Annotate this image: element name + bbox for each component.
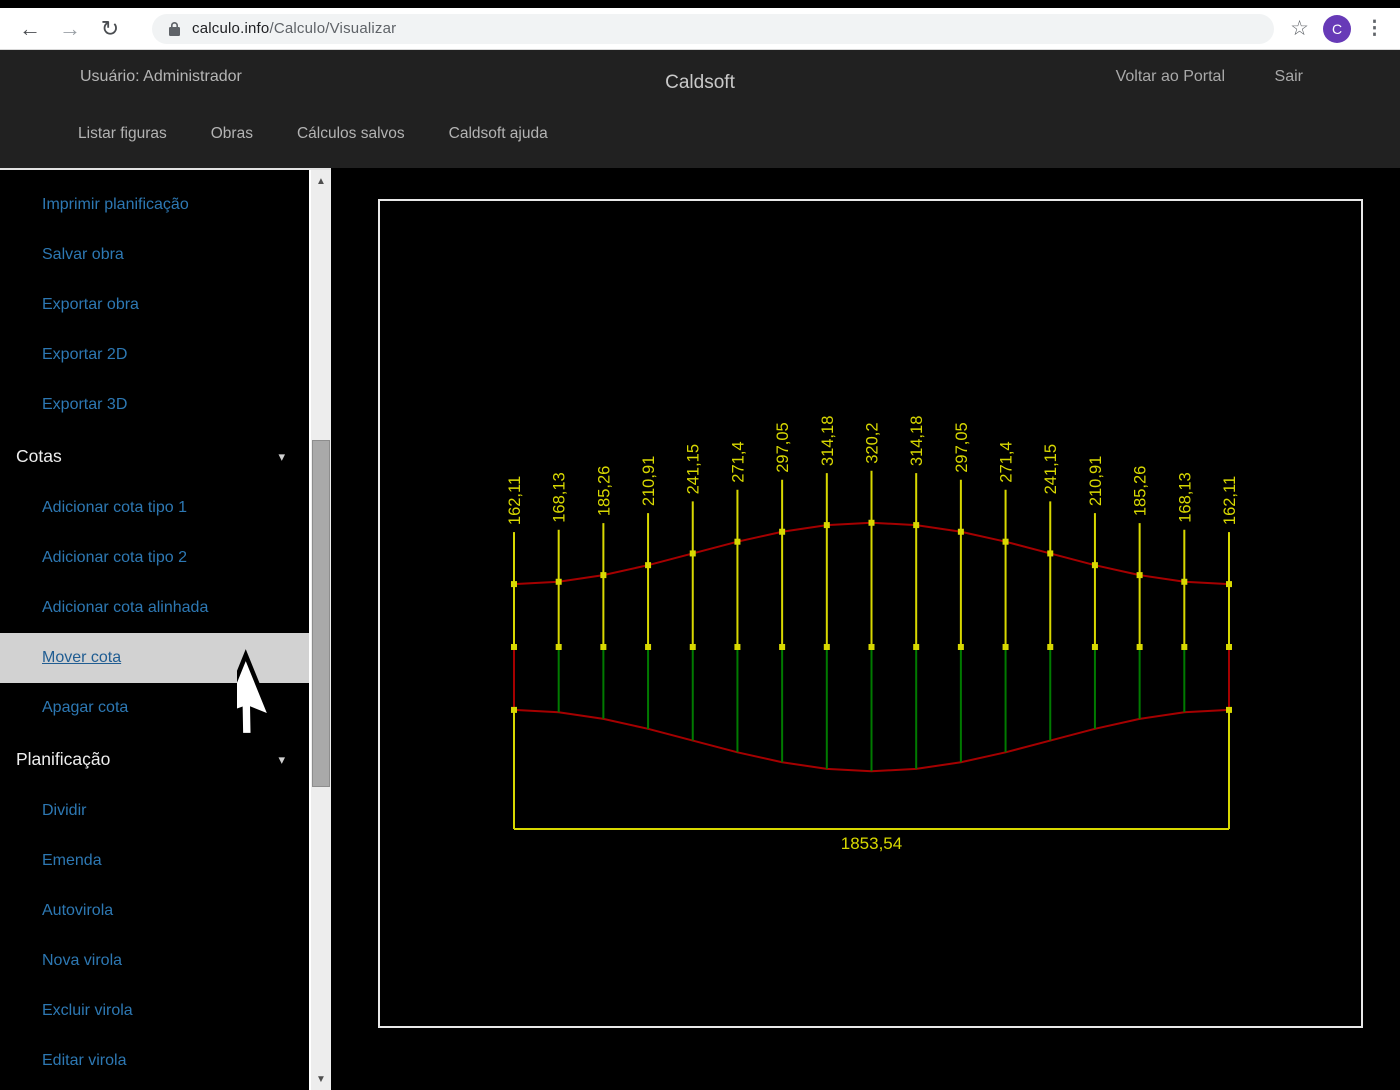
- sidebar-menu: Imprimir planificaçãoSalvar obraExportar…: [0, 170, 309, 1090]
- svg-text:314,18: 314,18: [908, 416, 926, 466]
- sidebar-item-exportar-3d[interactable]: Exportar 3D: [0, 380, 309, 430]
- sidebar-item-adicionar-cota-alinhada[interactable]: Adicionar cota alinhada: [0, 583, 309, 633]
- scrollbar-thumb[interactable]: [312, 440, 330, 787]
- url-host: calculo.info: [192, 20, 269, 37]
- svg-text:320,2: 320,2: [864, 422, 882, 463]
- svg-text:162,11: 162,11: [1221, 476, 1239, 525]
- svg-text:168,13: 168,13: [1176, 472, 1194, 522]
- sidebar-section-label: Cotas: [16, 446, 62, 467]
- sidebar-item-nova-virola[interactable]: Nova virola: [0, 936, 309, 986]
- sidebar-scrollbar[interactable]: ▲ ▼: [309, 170, 331, 1090]
- bookmark-star-icon[interactable]: ☆: [1290, 16, 1309, 41]
- forward-button[interactable]: →: [50, 12, 90, 46]
- tab-strip: [0, 0, 1400, 8]
- drawing-canvas-area: 162,11 168,13 185,26 210,91 241,15 271,4 297,0…: [331, 168, 1400, 1090]
- lock-icon: [168, 21, 181, 37]
- chevron-down-icon: ▾: [278, 449, 285, 465]
- scroll-down-arrow[interactable]: ▼: [311, 1068, 331, 1090]
- dimension-drawing[interactable]: 162,11 168,13 185,26 210,91 241,15 271,4 297,0…: [380, 201, 1361, 1026]
- sidebar-item-editar-virola[interactable]: Editar virola: [0, 1036, 309, 1086]
- browser-menu-icon[interactable]: ⋮: [1365, 17, 1384, 40]
- sidebar-item-exportar-obra[interactable]: Exportar obra: [0, 280, 309, 330]
- svg-text:1853,54: 1853,54: [841, 834, 902, 853]
- sidebar-item-apagar-cota[interactable]: Apagar cota: [0, 683, 309, 733]
- nav-item-1[interactable]: Obras: [211, 125, 253, 143]
- back-button[interactable]: ←: [10, 12, 50, 46]
- url-bar[interactable]: calculo.info/Calculo/Visualizar: [152, 14, 1274, 44]
- svg-text:271,4: 271,4: [729, 441, 747, 482]
- svg-text:210,91: 210,91: [1087, 456, 1105, 506]
- nav-item-0[interactable]: Listar figuras: [78, 125, 167, 143]
- sidebar-section-label: Planificação: [16, 749, 110, 770]
- url-path: /Calculo/Visualizar: [269, 20, 396, 37]
- sidebar-item-mover-cota[interactable]: Mover cota: [0, 633, 309, 683]
- sidebar-item-adicionar-cota-tipo-2[interactable]: Adicionar cota tipo 2: [0, 533, 309, 583]
- sidebar-section-planificacao[interactable]: Planificação ▾: [0, 733, 309, 786]
- svg-text:297,05: 297,05: [953, 422, 971, 472]
- top-nav: Listar figuras Obras Cálculos salvos Caldso…: [78, 125, 548, 143]
- sidebar-item-excluir-virola[interactable]: Excluir virola: [0, 986, 309, 1036]
- logout-link[interactable]: Sair: [1275, 68, 1303, 86]
- svg-text:162,11: 162,11: [506, 476, 524, 525]
- drawing-frame[interactable]: 162,11 168,13 185,26 210,91 241,15 271,4 297,0…: [378, 199, 1363, 1028]
- sidebar-item-autovirola[interactable]: Autovirola: [0, 886, 309, 936]
- scroll-up-arrow[interactable]: ▲: [311, 170, 331, 192]
- svg-text:210,91: 210,91: [640, 456, 658, 506]
- url-text: calculo.info/Calculo/Visualizar: [192, 20, 396, 37]
- sidebar-item-dividir[interactable]: Dividir: [0, 786, 309, 836]
- sidebar-item-salvar-obra[interactable]: Salvar obra: [0, 230, 309, 280]
- sidebar-item-imprimir-planificacao[interactable]: Imprimir planificação: [0, 180, 309, 230]
- reload-button[interactable]: ↻: [90, 12, 130, 46]
- svg-text:297,05: 297,05: [774, 422, 792, 472]
- profile-avatar[interactable]: C: [1323, 15, 1351, 43]
- browser-chrome: ← → ↻ calculo.info/Calculo/Visualizar ☆ …: [0, 0, 1400, 50]
- svg-text:185,26: 185,26: [595, 466, 613, 516]
- svg-text:241,15: 241,15: [685, 444, 703, 494]
- site-header: Usuário: Administrador Caldsoft Voltar a…: [0, 50, 1400, 168]
- sidebar-item-emenda[interactable]: Emenda: [0, 836, 309, 886]
- browser-toolbar: ← → ↻ calculo.info/Calculo/Visualizar ☆ …: [0, 8, 1400, 50]
- svg-text:168,13: 168,13: [551, 472, 569, 522]
- sidebar-item-exportar-2d[interactable]: Exportar 2D: [0, 330, 309, 380]
- svg-text:185,26: 185,26: [1132, 466, 1150, 516]
- svg-text:271,4: 271,4: [998, 441, 1016, 482]
- nav-item-2[interactable]: Cálculos salvos: [297, 125, 405, 143]
- sidebar-item-adicionar-cota-tipo-1[interactable]: Adicionar cota tipo 1: [0, 483, 309, 533]
- sidebar-section-cotas[interactable]: Cotas ▾: [0, 430, 309, 483]
- svg-text:314,18: 314,18: [819, 416, 837, 466]
- chevron-down-icon: ▾: [278, 752, 285, 768]
- nav-item-3[interactable]: Caldsoft ajuda: [449, 125, 548, 143]
- portal-link[interactable]: Voltar ao Portal: [1116, 68, 1225, 86]
- svg-text:241,15: 241,15: [1042, 444, 1060, 494]
